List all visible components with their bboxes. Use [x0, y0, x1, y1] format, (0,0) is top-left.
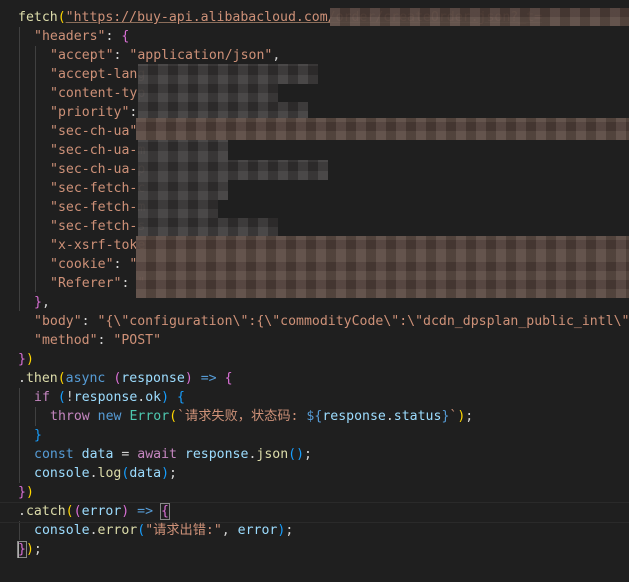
token-key: "Referer" [50, 276, 122, 291]
code-line: "content-typ [50, 84, 145, 103]
code-line: "accept": "application/json", [50, 48, 281, 63]
code-line: "accept-lang [50, 65, 145, 84]
token-key: "sec-fetch-m [50, 200, 146, 215]
redacted-region [138, 84, 278, 102]
token-method: then [25, 371, 58, 386]
bracket-match: { [160, 503, 170, 520]
code-line: "x-xsrf-toke [50, 236, 145, 255]
token-key: "headers" [34, 29, 106, 44]
code-line: }) [18, 352, 34, 367]
code-editor[interactable]: fetch("https://buy-api.alibabacloud.com/… [0, 0, 629, 582]
code-line: "method": "POST" [34, 333, 162, 348]
token-class: Error [129, 409, 170, 424]
token-variable: response [73, 390, 138, 405]
code-line: "cookie": " [50, 257, 138, 272]
code-line: "body": "{\"configuration\":{\"commodity… [34, 312, 629, 331]
redacted-region [138, 180, 228, 200]
code-line: if (!response.ok) { [34, 390, 185, 405]
indent-guide [19, 388, 20, 483]
code-line: .then(async (response) => { [18, 371, 233, 386]
code-line: } [34, 428, 42, 443]
token-key: "cookie" [50, 257, 114, 272]
token-string: "POST" [113, 333, 162, 348]
token-string: "application/json" [129, 48, 273, 63]
indent-guide [35, 407, 36, 426]
token-key: "sec-fetch-s [50, 219, 146, 234]
token-method: json [256, 447, 289, 462]
token-key: "body" [34, 314, 82, 329]
code-line: .catch((error) => { [18, 503, 170, 520]
redacted-region [330, 8, 629, 26]
token-param: response [121, 371, 185, 386]
token-key: "content-typ [50, 86, 146, 101]
bracket-match: } [17, 541, 27, 558]
redacted-region [136, 118, 629, 140]
indent-guide [19, 521, 20, 540]
token-keyword: new [97, 409, 122, 424]
token-key: "accept-lang [50, 67, 146, 82]
token-key: "sec-ch-ua" [50, 124, 138, 139]
token-method: error [97, 523, 138, 538]
redacted-region [138, 64, 318, 84]
token-keyword: await [137, 447, 177, 462]
code-line: "sec-fetch-s [50, 217, 145, 236]
code-line: }, [34, 295, 50, 310]
token-key: "priority" [50, 105, 130, 120]
redacted-region [138, 160, 328, 180]
code-line: "Referer": " [50, 276, 145, 291]
code-line: "headers": { [34, 29, 130, 44]
token-method: catch [25, 504, 66, 519]
indent-guide [19, 27, 20, 311]
token-keyword: throw [50, 409, 90, 424]
indent-guide [35, 46, 36, 292]
code-line: "sec-fetch-m [50, 198, 145, 217]
token-keyword: if [34, 390, 50, 405]
token-param: error [81, 504, 122, 519]
token-variable: console [34, 466, 90, 481]
code-line: "sec-ch-ua-p [50, 160, 145, 179]
redacted-region [138, 218, 278, 236]
token-function: fetch [18, 10, 58, 25]
token-method: log [97, 466, 122, 481]
code-line: }); [17, 541, 42, 558]
token-property: ok [145, 390, 162, 405]
token-string: "{\"configuration\":{\"commodityCode\":\… [97, 314, 629, 329]
code-line: console.error("请求出错:", error); [34, 523, 294, 538]
token-string: "请求出错:" [145, 523, 222, 538]
token-key: "x-xsrf-toke [50, 238, 146, 253]
code-line: throw new Error(`请求失败，状态码: ${response.st… [50, 409, 474, 424]
code-line: "priority": [50, 105, 138, 120]
redacted-region [136, 258, 629, 298]
token-key: "method" [34, 333, 98, 348]
token-keyword: async [65, 371, 106, 386]
text-cursor [18, 542, 19, 558]
token-arrow: => [200, 371, 217, 386]
redacted-region [136, 236, 629, 258]
token-key: "sec-fetch-c [50, 181, 146, 196]
code-line: "sec-fetch-c [50, 179, 145, 198]
code-line: "sec-ch-ua-m [50, 141, 145, 160]
redacted-region [138, 140, 228, 160]
redacted-region [138, 200, 218, 218]
token-key: "accept" [50, 48, 114, 63]
token-keyword: const [34, 447, 74, 462]
code-line: console.log(data); [34, 466, 177, 481]
token-template: `请求失败，状态码: [177, 409, 307, 424]
token-variable: data [81, 447, 114, 462]
token-key: "sec-ch-ua-p [50, 162, 146, 177]
code-line: }) [18, 485, 34, 500]
token-key: "sec-ch-ua-m [50, 143, 146, 158]
code-line: const data = await response.json(); [34, 447, 312, 462]
code-line: "sec-ch-ua" [50, 122, 137, 141]
